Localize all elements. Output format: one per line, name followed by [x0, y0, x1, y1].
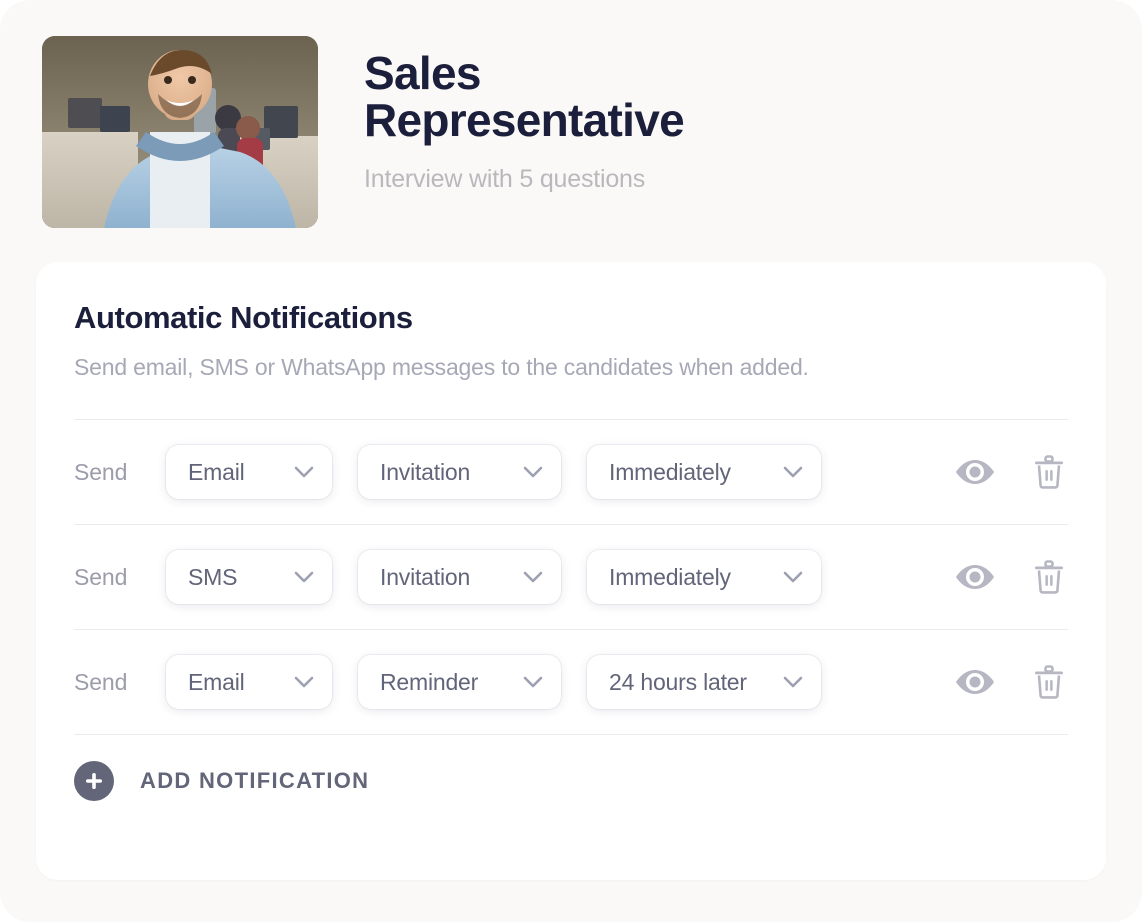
card-title: Automatic Notifications: [74, 300, 413, 335]
preview-button[interactable]: [954, 562, 996, 592]
job-header-text: Sales Representative Interview with 5 qu…: [364, 36, 784, 194]
timing-value: Immediately: [609, 563, 731, 590]
send-label: Send: [74, 668, 128, 695]
timing-dropdown[interactable]: Immediately: [587, 445, 821, 499]
delete-button[interactable]: [1034, 560, 1064, 594]
channel-dropdown[interactable]: Email: [166, 445, 332, 499]
type-value: Reminder: [380, 668, 479, 695]
trash-icon: [1035, 665, 1063, 699]
automatic-notifications-card: Automatic Notifications Send email, SMS …: [36, 262, 1106, 880]
type-value: Invitation: [380, 458, 471, 485]
add-notification-row[interactable]: ADD NOTIFICATION: [74, 735, 1068, 827]
preview-button[interactable]: [954, 667, 996, 697]
channel-value: Email: [188, 668, 245, 695]
plus-icon: [86, 773, 102, 789]
job-subtitle: Interview with 5 questions: [364, 164, 646, 193]
eye-icon: [956, 460, 994, 484]
send-label: Send: [74, 458, 128, 485]
delete-button[interactable]: [1034, 665, 1064, 699]
chevron-down-icon: [523, 676, 543, 688]
row-actions: [954, 665, 1064, 699]
channel-value: SMS: [188, 563, 238, 590]
notification-row: Send Email Reminder 24 hours later: [74, 630, 1068, 734]
card-description: Send email, SMS or WhatsApp messages to …: [74, 354, 809, 380]
card-content: Automatic Notifications Send email, SMS …: [36, 262, 1106, 827]
app-page: Sales Representative Interview with 5 qu…: [0, 0, 1142, 922]
type-dropdown[interactable]: Invitation: [358, 445, 561, 499]
job-header: Sales Representative Interview with 5 qu…: [42, 36, 784, 228]
row-actions: [954, 455, 1064, 489]
type-dropdown[interactable]: Invitation: [358, 550, 561, 604]
chevron-down-icon: [523, 466, 543, 478]
chevron-down-icon: [294, 571, 314, 583]
delete-button[interactable]: [1034, 455, 1064, 489]
eye-icon: [956, 565, 994, 589]
channel-dropdown[interactable]: SMS: [166, 550, 332, 604]
notification-row: Send SMS Invitation Immediately: [74, 525, 1068, 629]
type-dropdown[interactable]: Reminder: [358, 655, 561, 709]
chevron-down-icon: [783, 571, 803, 583]
trash-icon: [1035, 455, 1063, 489]
timing-dropdown[interactable]: Immediately: [587, 550, 821, 604]
timing-dropdown[interactable]: 24 hours later: [587, 655, 821, 709]
office-photo: [42, 36, 318, 228]
row-actions: [954, 560, 1064, 594]
chevron-down-icon: [783, 466, 803, 478]
chevron-down-icon: [783, 676, 803, 688]
trash-icon: [1035, 560, 1063, 594]
add-notification-button[interactable]: [74, 761, 114, 801]
notification-row: Send Email Invitation Immediately: [74, 420, 1068, 524]
channel-value: Email: [188, 458, 245, 485]
timing-value: 24 hours later: [609, 668, 747, 695]
type-value: Invitation: [380, 563, 471, 590]
channel-dropdown[interactable]: Email: [166, 655, 332, 709]
chevron-down-icon: [294, 466, 314, 478]
page-title: Sales Representative: [364, 47, 685, 147]
chevron-down-icon: [294, 676, 314, 688]
timing-value: Immediately: [609, 458, 731, 485]
eye-icon: [956, 670, 994, 694]
send-label: Send: [74, 563, 128, 590]
chevron-down-icon: [523, 571, 543, 583]
job-thumbnail: [42, 36, 318, 228]
add-notification-label[interactable]: ADD NOTIFICATION: [140, 768, 369, 794]
preview-button[interactable]: [954, 457, 996, 487]
